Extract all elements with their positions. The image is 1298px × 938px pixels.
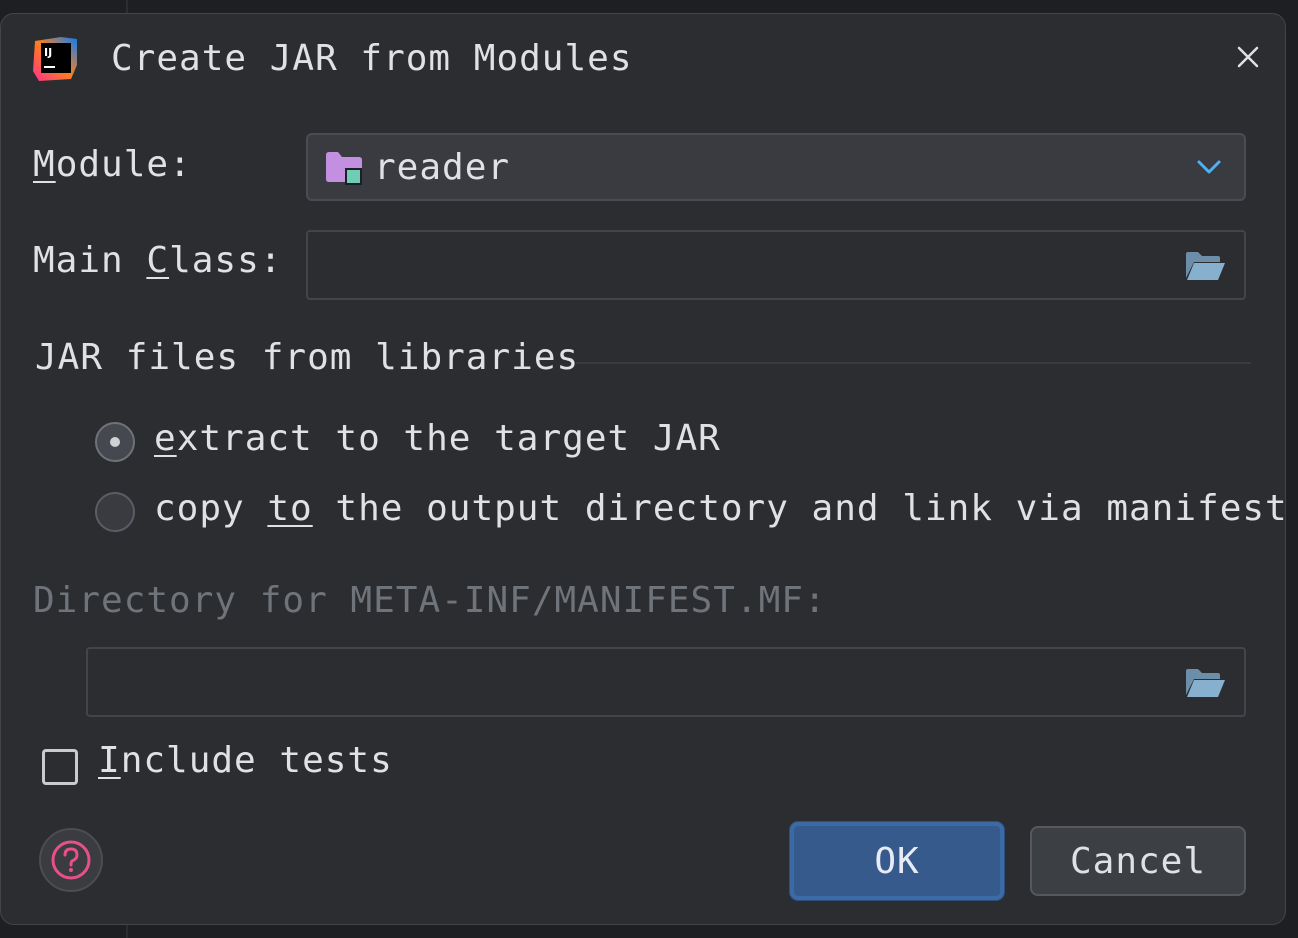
help-button[interactable] (39, 828, 103, 892)
module-label: Module: (33, 144, 192, 185)
copy-radio[interactable] (95, 492, 135, 532)
module-folder-icon (324, 149, 364, 185)
module-value: reader (374, 146, 511, 188)
manifest-dir-input[interactable] (86, 647, 1246, 717)
background-divider (126, 924, 128, 938)
module-combobox[interactable]: reader (306, 133, 1246, 201)
dialog-title-bar: IJ Create JAR from Modules (31, 35, 633, 81)
copy-radio-label[interactable]: copy to the output directory and link vi… (154, 488, 1288, 529)
extract-radio[interactable] (95, 422, 135, 462)
chevron-down-icon (1196, 157, 1222, 177)
extract-radio-label[interactable]: extract to the target JAR (154, 418, 721, 459)
include-tests-label[interactable]: Include tests (98, 740, 393, 781)
intellij-idea-icon: IJ (31, 35, 79, 81)
manifest-dir-label: Directory for META-INF/MANIFEST.MF: (33, 580, 827, 621)
create-jar-dialog: IJ Create JAR from Modules Module: reade… (0, 13, 1288, 925)
background-divider (126, 0, 128, 14)
help-icon (50, 839, 92, 881)
include-tests-checkbox[interactable] (42, 749, 78, 785)
close-icon[interactable] (1233, 42, 1263, 72)
jar-files-group-title: JAR files from libraries (35, 337, 580, 378)
folder-open-icon[interactable] (1184, 250, 1226, 282)
svg-text:IJ: IJ (44, 46, 52, 59)
main-class-label: Main Class: (33, 240, 283, 281)
dialog-title: Create JAR from Modules (111, 37, 633, 79)
folder-open-icon[interactable] (1184, 667, 1226, 699)
group-separator (576, 362, 1251, 364)
cancel-button[interactable]: Cancel (1030, 826, 1246, 896)
ok-button[interactable]: OK (790, 822, 1004, 900)
main-class-input[interactable] (306, 230, 1246, 300)
